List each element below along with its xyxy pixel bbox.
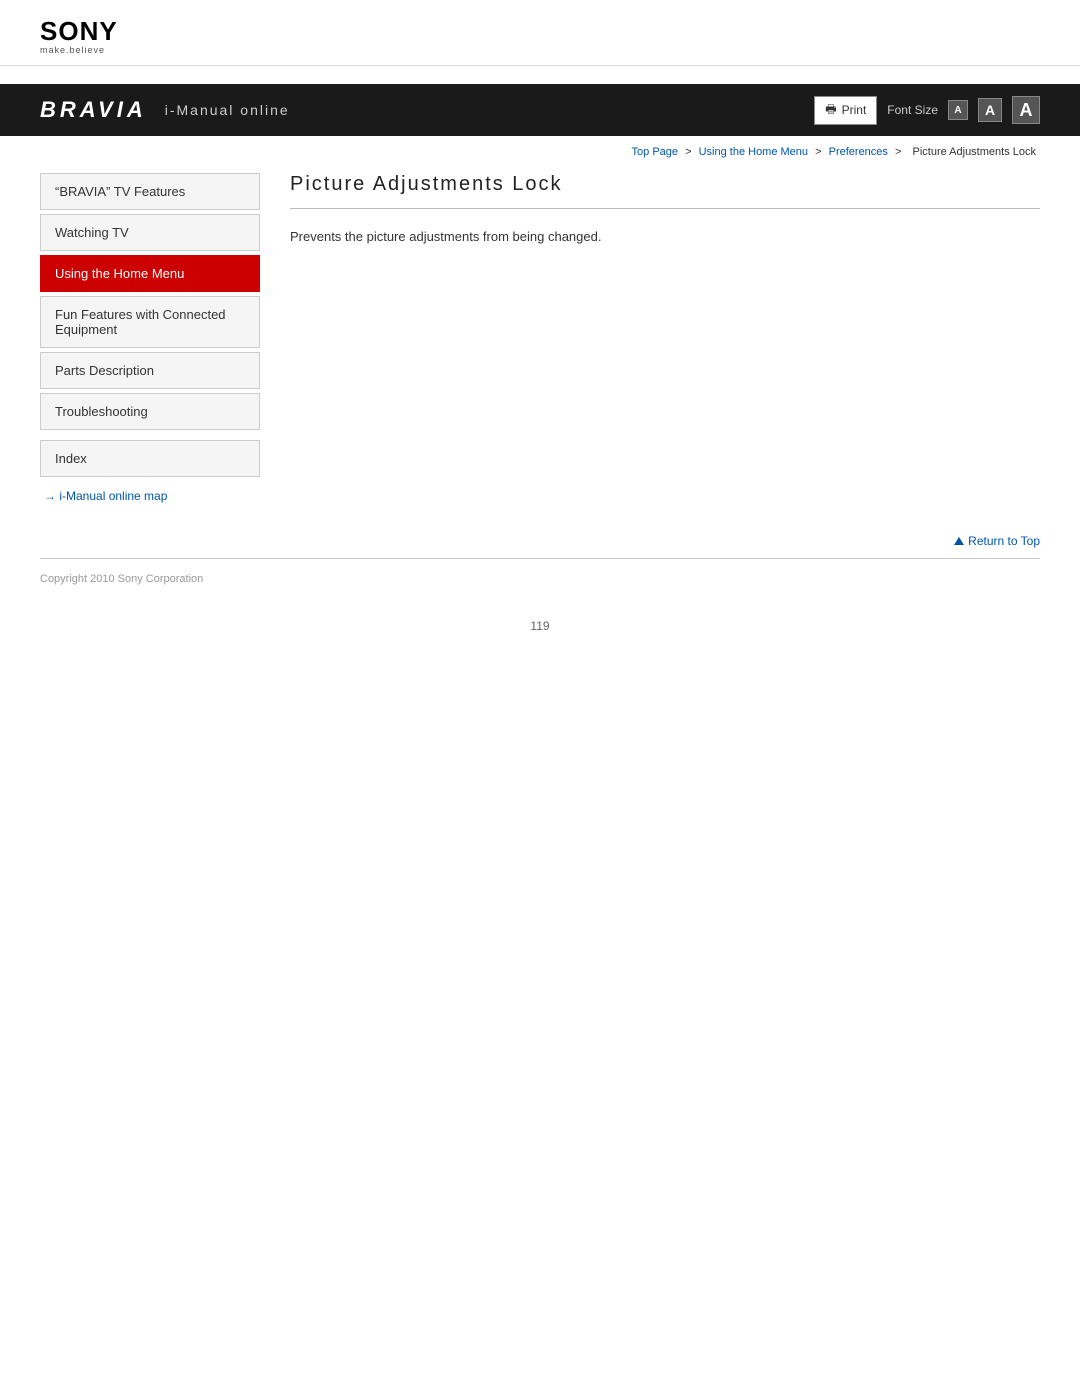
breadcrumb-preferences[interactable]: Preferences — [829, 146, 888, 158]
sidebar-item-label: Troubleshooting — [55, 404, 148, 419]
sidebar-item-label: Watching TV — [55, 225, 129, 240]
return-top-area: Return to Top — [0, 503, 1080, 558]
return-to-top-link[interactable]: Return to Top — [954, 534, 1040, 548]
page-title: Picture Adjustments Lock — [290, 173, 1040, 209]
breadcrumb: Top Page > Using the Home Menu > Prefere… — [0, 136, 1080, 168]
sidebar-item-troubleshooting[interactable]: Troubleshooting — [40, 393, 260, 430]
sony-tagline: make.believe — [40, 45, 1040, 55]
triangle-up-icon — [954, 537, 964, 545]
font-size-label: Font Size — [887, 103, 938, 117]
print-icon: 🖶 — [825, 100, 836, 121]
sidebar-item-watching-tv[interactable]: Watching TV — [40, 214, 260, 251]
page-number: 119 — [0, 599, 1080, 653]
content-area: Picture Adjustments Lock Prevents the pi… — [290, 173, 1040, 503]
breadcrumb-home-menu[interactable]: Using the Home Menu — [699, 146, 808, 158]
sidebar: “BRAVIA” TV Features Watching TV Using t… — [40, 173, 260, 503]
top-bar-right: 🖶 Print Font Size A A A — [814, 96, 1040, 125]
sidebar-item-label: “BRAVIA” TV Features — [55, 184, 185, 199]
sidebar-item-using-home-menu[interactable]: Using the Home Menu — [40, 255, 260, 292]
page-description: Prevents the picture adjustments from be… — [290, 227, 1040, 248]
font-small-button[interactable]: A — [948, 100, 968, 120]
return-top-label: Return to Top — [968, 534, 1040, 548]
sidebar-map-link: → i-Manual online map — [40, 489, 260, 503]
bravia-title: BRAVIA i-Manual online — [40, 97, 290, 123]
font-large-button[interactable]: A — [1012, 96, 1040, 124]
imanual-text: i-Manual online — [165, 102, 290, 118]
sidebar-item-label: Fun Features with Connected Equipment — [55, 307, 226, 337]
print-label: Print — [842, 103, 867, 117]
sidebar-item-bravia-features[interactable]: “BRAVIA” TV Features — [40, 173, 260, 210]
sidebar-item-index[interactable]: Index — [40, 440, 260, 477]
top-bar: BRAVIA i-Manual online 🖶 Print Font Size… — [0, 84, 1080, 136]
breadcrumb-current: Picture Adjustments Lock — [912, 146, 1036, 158]
breadcrumb-sep2: > — [815, 146, 821, 158]
breadcrumb-sep1: > — [685, 146, 691, 158]
breadcrumb-sep3: > — [895, 146, 901, 158]
copyright: Copyright 2010 Sony Corporation — [0, 559, 1080, 599]
breadcrumb-top-page[interactable]: Top Page — [632, 146, 678, 158]
sidebar-item-label: Using the Home Menu — [55, 266, 184, 281]
font-medium-button[interactable]: A — [978, 98, 1002, 122]
sidebar-item-fun-features[interactable]: Fun Features with Connected Equipment — [40, 296, 260, 348]
bravia-logo: BRAVIA — [40, 97, 147, 123]
print-button[interactable]: 🖶 Print — [814, 96, 877, 125]
logo-area: SONY make.believe — [0, 0, 1080, 66]
sidebar-item-parts-description[interactable]: Parts Description — [40, 352, 260, 389]
sidebar-item-label: Parts Description — [55, 363, 154, 378]
imanual-map-link[interactable]: → i-Manual online map — [44, 489, 260, 503]
sony-logo: SONY — [40, 18, 1040, 44]
sidebar-item-label: Index — [55, 451, 87, 466]
main-layout: “BRAVIA” TV Features Watching TV Using t… — [0, 173, 1080, 503]
